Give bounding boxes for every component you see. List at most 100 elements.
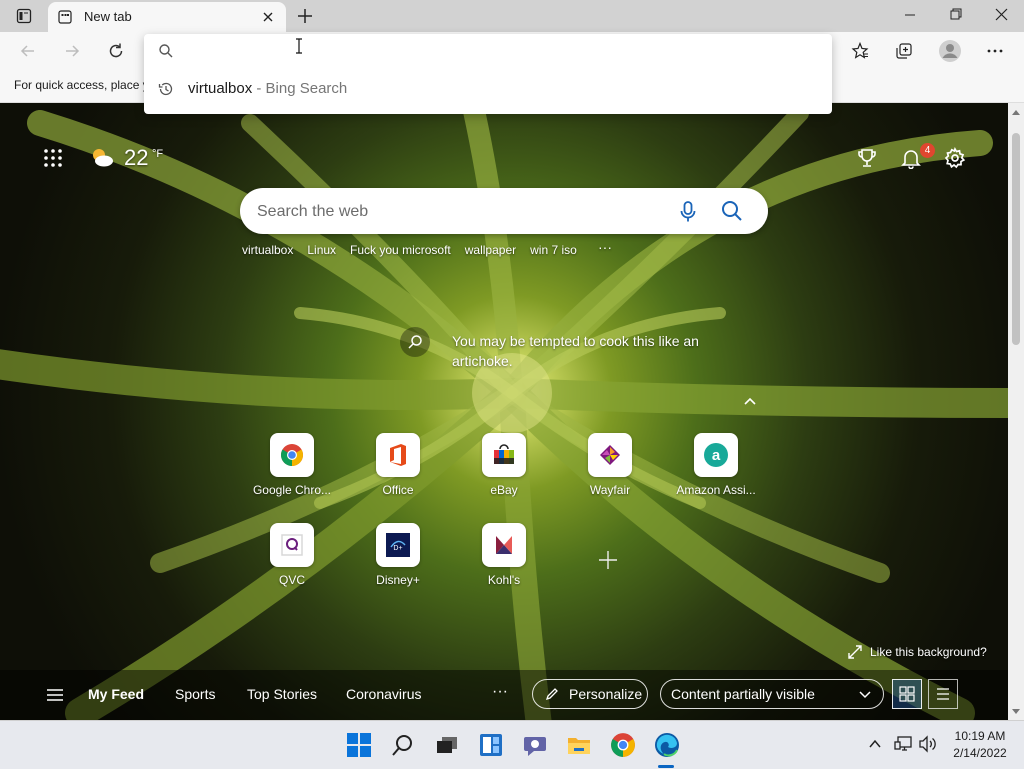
new-tab-icon	[58, 10, 72, 24]
trending-search-item[interactable]: wallpaper	[465, 243, 516, 261]
rewards-trophy-icon[interactable]	[856, 147, 878, 169]
quick-link-disney-plus[interactable]: D+ Disney+	[358, 523, 438, 593]
amazon-assistant-icon: a	[694, 433, 738, 477]
quick-link-amazon-assistant[interactable]: a Amazon Assi...	[676, 433, 756, 503]
close-window-button[interactable]	[988, 0, 1016, 30]
expand-arrows-icon	[848, 645, 862, 659]
trending-more-button[interactable]: ···	[598, 239, 612, 255]
svg-text:D+: D+	[393, 545, 402, 552]
collections-icon[interactable]	[888, 35, 920, 67]
scroll-down-arrow-icon[interactable]	[1012, 707, 1020, 715]
image-caption[interactable]: You may be tempted to cook this like an …	[452, 331, 722, 371]
quick-link-office[interactable]: Office	[358, 433, 438, 503]
clock-date[interactable]: 2/14/2022	[950, 746, 1010, 760]
new-tab-page: 22 °F 4 virtualbox Linux Fuck you micros…	[0, 103, 1008, 720]
trending-search-item[interactable]: Linux	[307, 243, 336, 261]
clock-time[interactable]: 10:19 AM	[950, 729, 1010, 743]
page-settings-gear-icon[interactable]	[944, 147, 966, 169]
windows-taskbar: 10:19 AM 2/14/2022	[0, 720, 1024, 769]
quick-link-qvc[interactable]: QVC	[252, 523, 332, 593]
refresh-icon[interactable]	[100, 35, 132, 67]
hamburger-menu-icon[interactable]	[46, 688, 64, 702]
feed-tab-my-feed[interactable]: My Feed	[88, 686, 144, 702]
news-feed-bar: My Feed Sports Top Stories Coronavirus ·…	[0, 670, 1008, 720]
weather-temperature[interactable]: 22	[124, 145, 148, 171]
quick-link-google-chrome[interactable]: Google Chro...	[252, 433, 332, 503]
trending-search-item[interactable]: win 7 iso	[530, 243, 577, 261]
address-bar-input[interactable]	[186, 38, 810, 66]
apps-launcher-icon[interactable]	[42, 147, 64, 169]
tile-label: QVC	[278, 573, 305, 587]
settings-more-icon[interactable]	[979, 35, 1011, 67]
content-visibility-dropdown[interactable]: Content partially visible	[660, 679, 884, 709]
new-tab-plus-icon[interactable]	[294, 5, 316, 27]
favorites-star-icon[interactable]	[844, 35, 876, 67]
minimize-button[interactable]	[896, 0, 924, 30]
restore-button[interactable]	[942, 0, 970, 30]
tab-title: New tab	[84, 9, 132, 24]
tile-label: eBay	[490, 483, 518, 497]
scroll-up-arrow-icon[interactable]	[1012, 109, 1020, 117]
tile-label: Amazon Assi...	[676, 483, 756, 497]
like-background-link[interactable]: Like this background?	[848, 643, 987, 661]
history-clock-icon	[158, 81, 174, 97]
show-hidden-icons-chevron-icon[interactable]	[868, 738, 882, 750]
tab-actions-icon[interactable]	[9, 5, 39, 27]
microsoft-edge-icon[interactable]	[654, 732, 680, 758]
history-suggestion-item[interactable]: virtualbox - Bing Search	[144, 74, 832, 104]
teams-chat-icon[interactable]	[522, 732, 548, 758]
suggestion-query: virtualbox	[188, 80, 253, 97]
personalize-button[interactable]: Personalize	[532, 679, 648, 709]
notification-count-badge: 4	[920, 143, 935, 158]
page-scrollbar[interactable]	[1008, 103, 1024, 720]
widgets-icon[interactable]	[478, 732, 504, 758]
forward-arrow-icon[interactable]	[56, 35, 88, 67]
web-search-input[interactable]	[255, 198, 659, 226]
search-icon	[158, 43, 174, 59]
web-search-box	[240, 188, 768, 234]
suggestion-source: - Bing Search	[252, 80, 348, 97]
scrollbar-thumb[interactable]	[1012, 133, 1020, 345]
quick-link-kohls[interactable]: Kohl's	[464, 523, 544, 593]
close-tab-icon[interactable]	[260, 9, 276, 25]
profile-avatar-icon[interactable]	[934, 35, 966, 67]
chevron-down-icon	[859, 689, 871, 699]
feed-more-button[interactable]: ···	[492, 683, 508, 701]
back-arrow-icon[interactable]	[12, 35, 44, 67]
list-layout-icon[interactable]	[928, 679, 958, 709]
tile-label: Disney+	[376, 573, 420, 587]
feed-tab-sports[interactable]: Sports	[175, 686, 215, 702]
search-magnifier-icon[interactable]	[720, 199, 744, 223]
windows-start-icon[interactable]	[346, 732, 372, 758]
volume-speaker-icon[interactable]	[918, 735, 938, 753]
partly-sunny-icon	[90, 146, 114, 168]
suggestion-text: virtualbox - Bing Search	[188, 80, 347, 97]
tile-label: Office	[382, 483, 414, 497]
kohls-icon	[482, 523, 526, 567]
quick-link-ebay[interactable]: eBay	[464, 433, 544, 503]
tab-new-tab[interactable]: New tab	[48, 2, 286, 32]
feed-tab-coronavirus[interactable]: Coronavirus	[346, 686, 421, 702]
network-icon[interactable]	[894, 735, 914, 753]
google-chrome-taskbar-icon[interactable]	[610, 732, 636, 758]
quick-link-wayfair[interactable]: Wayfair	[570, 433, 650, 503]
weather-unit: °F	[152, 148, 164, 160]
collapse-chevron-up-icon[interactable]	[742, 395, 758, 407]
content-visibility-value: Content partially visible	[671, 686, 815, 702]
image-info-search-icon[interactable]	[400, 327, 430, 357]
taskbar-search-icon[interactable]	[390, 732, 416, 758]
trending-search-item[interactable]: Fuck you microsoft	[350, 243, 451, 261]
trending-searches: virtualbox Linux Fuck you microsoft wall…	[242, 243, 577, 261]
trending-search-item[interactable]: virtualbox	[242, 243, 293, 261]
add-site-plus-icon[interactable]	[596, 548, 620, 572]
disney-plus-icon: D+	[376, 523, 420, 567]
like-background-text: Like this background?	[870, 645, 987, 659]
grid-layout-icon[interactable]	[892, 679, 922, 709]
tile-label: Google Chro...	[252, 483, 332, 497]
microphone-icon[interactable]	[678, 200, 698, 224]
notifications-bell-icon[interactable]	[900, 147, 922, 169]
file-explorer-icon[interactable]	[566, 732, 592, 758]
feed-tab-top-stories[interactable]: Top Stories	[247, 686, 317, 702]
task-view-icon[interactable]	[434, 732, 460, 758]
favorites-bar-hint: For quick access, place y	[14, 78, 149, 92]
